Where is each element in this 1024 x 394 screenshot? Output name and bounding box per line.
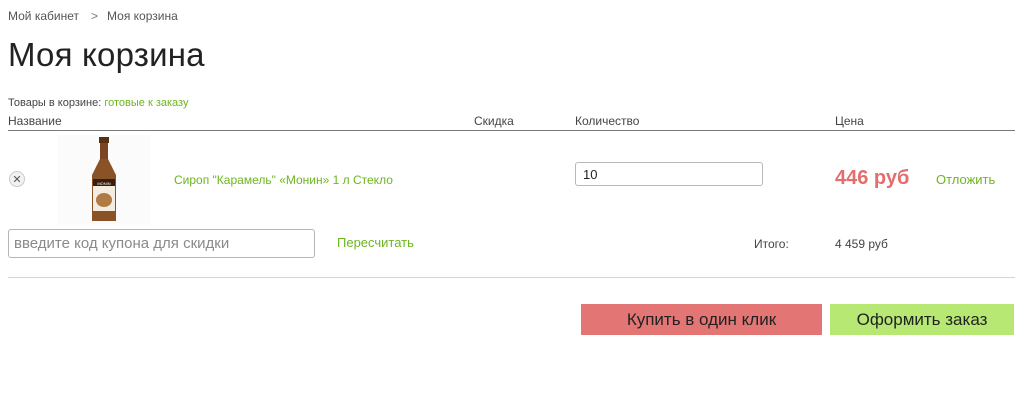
quantity-input[interactable]	[575, 162, 763, 186]
header-divider	[8, 130, 1015, 131]
column-header-discount: Скидка	[474, 114, 514, 128]
defer-item-link[interactable]: Отложить	[936, 172, 995, 187]
product-thumbnail[interactable]: MONIN	[58, 135, 150, 225]
checkout-button[interactable]: Оформить заказ	[830, 304, 1014, 335]
column-header-quantity: Количество	[575, 114, 640, 128]
total-value: 4 459 руб	[835, 237, 888, 251]
thumb-brand-label: MONIN	[97, 181, 110, 186]
buy-one-click-button[interactable]: Купить в один клик	[581, 304, 822, 335]
syrup-bottle-icon: MONIN	[92, 137, 116, 221]
cart-status: Товары в корзине: готовые к заказу	[8, 97, 188, 109]
coupon-input[interactable]	[8, 229, 315, 258]
column-header-name: Название	[8, 114, 62, 128]
page-title: Моя корзина	[8, 36, 205, 73]
breadcrumb-current: Моя корзина	[107, 9, 178, 23]
total-label: Итого:	[754, 237, 789, 251]
item-price: 446 руб	[835, 167, 910, 189]
product-name-link[interactable]: Сироп "Карамель" «Монин» 1 л Стекло	[174, 173, 393, 187]
section-divider	[8, 277, 1015, 278]
close-icon: ✕	[12, 172, 22, 186]
cart-status-link[interactable]: готовые к заказу	[104, 97, 188, 109]
remove-item-button[interactable]: ✕	[9, 171, 25, 187]
recalculate-link[interactable]: Пересчитать	[337, 235, 414, 250]
breadcrumb: Мой кабинет > Моя корзина	[8, 9, 178, 23]
cart-status-label: Товары в корзине:	[8, 97, 102, 109]
chevron-right-icon: >	[91, 9, 99, 23]
column-header-price: Цена	[835, 114, 864, 128]
breadcrumb-home-link[interactable]: Мой кабинет	[8, 9, 79, 23]
